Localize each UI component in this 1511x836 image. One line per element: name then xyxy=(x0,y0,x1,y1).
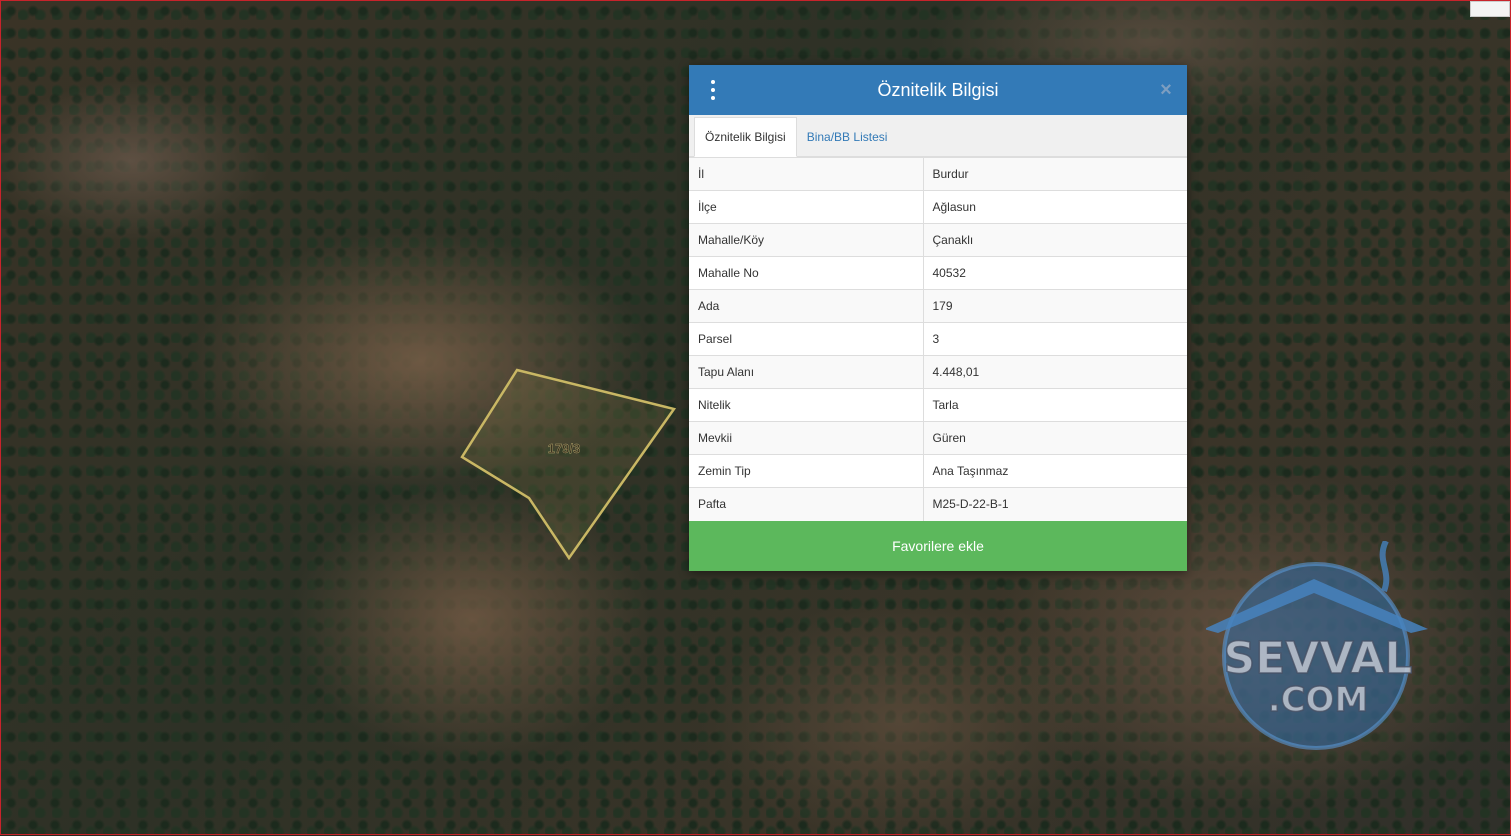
attribute-value: Ağlasun xyxy=(923,190,1187,224)
attribute-value: Burdur xyxy=(923,157,1187,191)
attribute-key: Ada xyxy=(689,289,924,323)
panel-tabs: Öznitelik Bilgisi Bina/BB Listesi xyxy=(689,115,1187,157)
attribute-value: 179 xyxy=(923,289,1187,323)
attribute-value: Tarla xyxy=(923,388,1187,422)
table-row: Mahalle/Köy Çanaklı xyxy=(689,223,1187,257)
watermark-line2: .COM xyxy=(1268,680,1369,720)
sevval-watermark-logo: SEVVAL .COM xyxy=(1206,541,1428,750)
attribute-value: 4.448,01 xyxy=(923,355,1187,389)
add-to-favorites-button[interactable]: Favorilere ekle xyxy=(689,520,1187,571)
attribute-value: Çanaklı xyxy=(923,223,1187,257)
attribute-key: Mevkii xyxy=(689,421,924,455)
map-corner-control[interactable] xyxy=(1470,1,1510,17)
table-row: Zemin Tip Ana Taşınmaz xyxy=(689,454,1187,488)
attribute-value: M25-D-22-B-1 xyxy=(923,487,1187,521)
parcel-polygon[interactable] xyxy=(460,368,677,561)
attribute-table: İl Burdur İlçe Ağlasun Mahalle/Köy Çanaklı Mah… xyxy=(689,157,1187,521)
attribute-value: 40532 xyxy=(923,256,1187,290)
table-row: Ada 179 xyxy=(689,289,1187,323)
attribute-key: Parsel xyxy=(689,322,924,356)
parcel-label: 179/3 xyxy=(548,441,581,456)
attribute-key: Zemin Tip xyxy=(689,454,924,488)
attribute-key: İl xyxy=(689,157,924,191)
table-row: İlçe Ağlasun xyxy=(689,190,1187,224)
table-row: İl Burdur xyxy=(689,157,1187,191)
attribute-key: Tapu Alanı xyxy=(689,355,924,389)
table-row: Mevkii Güren xyxy=(689,421,1187,455)
table-row: Parsel 3 xyxy=(689,322,1187,356)
attribute-key: Mahalle/Köy xyxy=(689,223,924,257)
table-row: Mahalle No 40532 xyxy=(689,256,1187,290)
attribute-key: Nitelik xyxy=(689,388,924,422)
tab-building-list[interactable]: Bina/BB Listesi xyxy=(797,118,898,156)
attribute-key: Pafta xyxy=(689,487,924,521)
close-icon[interactable]: × xyxy=(1157,79,1175,101)
attribute-key: İlçe xyxy=(689,190,924,224)
attribute-key: Mahalle No xyxy=(689,256,924,290)
watermark-line1: SEVVAL xyxy=(1224,633,1413,684)
table-row: Nitelik Tarla xyxy=(689,388,1187,422)
more-vertical-icon[interactable] xyxy=(701,80,725,100)
attribute-value: Güren xyxy=(923,421,1187,455)
attribute-value: 3 xyxy=(923,322,1187,356)
tab-attribute-info[interactable]: Öznitelik Bilgisi xyxy=(694,117,797,157)
attribute-info-panel: Öznitelik Bilgisi × Öznitelik Bilgisi Bi… xyxy=(689,65,1187,571)
table-row: Pafta M25-D-22-B-1 xyxy=(689,487,1187,521)
table-row: Tapu Alanı 4.448,01 xyxy=(689,355,1187,389)
panel-title: Öznitelik Bilgisi xyxy=(877,79,999,100)
attribute-value: Ana Taşınmaz xyxy=(923,454,1187,488)
panel-header: Öznitelik Bilgisi × xyxy=(689,65,1187,115)
